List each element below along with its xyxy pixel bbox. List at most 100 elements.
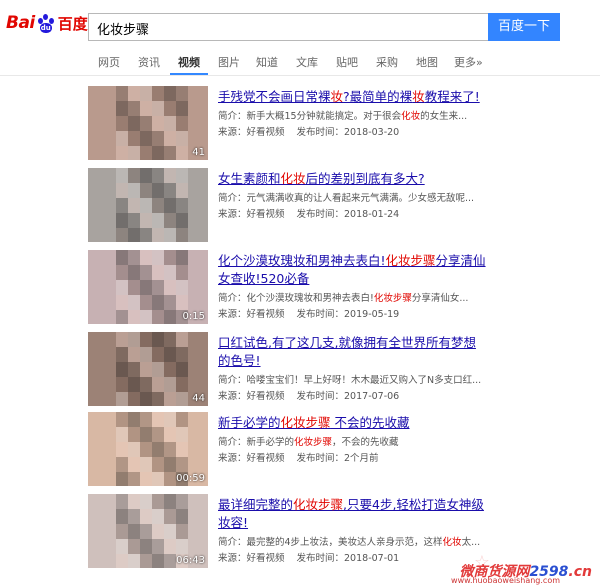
thumbnail-pixel — [116, 250, 128, 265]
thumbnail-pixel — [116, 183, 128, 198]
thumbnail-pixel — [140, 146, 152, 160]
search-query: 化妆步骤 — [97, 23, 150, 38]
thumbnail-pixel — [152, 198, 164, 213]
video-source-date: 来源：好看视频 发布时间：2017-07-06 — [218, 388, 399, 402]
video-source-date: 来源：好看视频 发布时间：2018-07-01 — [218, 550, 399, 564]
thumbnail-pixel — [140, 427, 152, 442]
thumbnail-pixel — [128, 392, 140, 406]
tab-8[interactable]: 地图 — [416, 54, 438, 70]
thumbnail-pixel — [140, 280, 152, 295]
video-title-link[interactable]: 新手必学的化妆步骤 不会的先收藏 — [218, 414, 488, 432]
thumbnail-pixel — [176, 101, 188, 116]
logo-text-cn: 百度 — [57, 14, 88, 33]
thumbnail-pixel — [140, 472, 152, 486]
thumbnail-pixel — [116, 554, 128, 568]
video-thumbnail[interactable]: 06:43 — [88, 494, 208, 568]
thumbnail-pixel — [116, 310, 128, 324]
thumbnail-pixel — [164, 524, 176, 539]
video-source: 来源：好看视频 — [218, 391, 285, 402]
video-thumbnail[interactable] — [88, 168, 208, 242]
thumbnail-pixel — [164, 310, 176, 324]
thumbnail-pixel — [164, 250, 176, 265]
thumbnail-pixel — [164, 457, 176, 472]
thumbnail-pixel — [152, 310, 164, 324]
thumbnail-pixel — [152, 183, 164, 198]
video-title-link[interactable]: 女生素颜和化妆后的差别到底有多大? — [218, 170, 488, 188]
video-date: 发布时间：2018-07-01 — [296, 553, 400, 564]
watermark-url: www.huobaoweishang.com — [451, 576, 560, 585]
thumbnail-pixel — [152, 86, 164, 101]
tab-0[interactable]: 网页 — [98, 54, 120, 70]
thumbnail-pixel — [140, 86, 152, 101]
thumbnail-pixel — [116, 116, 128, 131]
watermark-tail: .cn — [568, 564, 592, 580]
thumbnail-pixel — [164, 427, 176, 442]
tab-7[interactable]: 采购 — [376, 54, 398, 70]
search-input[interactable]: 化妆步骤 — [88, 13, 488, 41]
thumbnail-pixel — [152, 554, 164, 568]
video-title-link[interactable]: 最详细完整的化妆步骤,只要4步,轻松打造女神级妆容! — [218, 496, 488, 532]
video-source: 来源：好看视频 — [218, 309, 285, 320]
thumbnail-pixel — [140, 442, 152, 457]
thumbnail-pixel — [128, 457, 140, 472]
thumbnail-pixel — [164, 183, 176, 198]
video-title-link[interactable]: 口红试色,有了这几支,就像拥有全世界所有梦想的色号! — [218, 334, 488, 370]
video-thumbnail[interactable]: 0:15 — [88, 250, 208, 324]
video-result: 41 手残党不会画日常裸妆?最简单的裸妆教程来了! 简介：新手大概15分钟就能搞定。… — [88, 86, 508, 162]
thumbnail-pixel — [152, 509, 164, 524]
video-date: 发布时间：2个月前 — [296, 453, 379, 464]
tab-9[interactable]: 更多» — [454, 54, 483, 70]
thumbnail-pixel — [164, 280, 176, 295]
video-date: 发布时间：2017-07-06 — [296, 391, 400, 402]
thumbnail-pixel — [140, 183, 152, 198]
thumbnail-pixel — [152, 131, 164, 146]
baidu-logo[interactable]: Bai du 百度 — [6, 10, 88, 36]
thumbnail-pixel — [152, 213, 164, 228]
tab-6[interactable]: 贴吧 — [336, 54, 358, 70]
tab-2[interactable]: 视频 — [178, 54, 200, 70]
thumbnail-pixel — [152, 101, 164, 116]
thumbnail-pixel — [116, 146, 128, 160]
video-source-date: 来源：好看视频 发布时间：2018-01-24 — [218, 206, 399, 220]
thumbnail-pixel — [140, 198, 152, 213]
thumbnail-pixel — [152, 377, 164, 392]
video-thumbnail[interactable]: 44 — [88, 332, 208, 406]
video-result: 00:59 新手必学的化妆步骤 不会的先收藏 简介：新手必学的化妆步骤，不会的先收藏… — [88, 412, 508, 488]
video-title-link[interactable]: 化个沙漠玫瑰妆和男神去表白!化妆步骤分享清仙女查收!520必备 — [218, 252, 488, 288]
thumbnail-pixel — [140, 131, 152, 146]
tab-3[interactable]: 图片 — [218, 54, 240, 70]
thumbnail-pixel — [176, 332, 188, 347]
thumbnail-pixel — [152, 524, 164, 539]
thumbnail-pixel — [152, 392, 164, 406]
tab-5[interactable]: 文库 — [296, 54, 318, 70]
thumbnail-pixel — [116, 198, 128, 213]
search-button[interactable]: 百度一下 — [488, 13, 560, 41]
video-duration: 06:43 — [176, 555, 205, 566]
video-title-link[interactable]: 手残党不会画日常裸妆?最简单的裸妆教程来了! — [218, 88, 488, 106]
thumbnail-pixel — [152, 332, 164, 347]
logo-text-en: Bai — [6, 13, 35, 33]
thumbnail-pixel — [176, 509, 188, 524]
thumbnail-pixel — [116, 412, 128, 427]
thumbnail-pixel — [164, 539, 176, 554]
thumbnail-pixel — [140, 265, 152, 280]
video-result: 0:15 化个沙漠玫瑰妆和男神去表白!化妆步骤分享清仙女查收!520必备 简介：化个… — [88, 250, 508, 326]
active-tab-underline — [170, 73, 208, 75]
thumbnail-pixel — [128, 539, 140, 554]
video-thumbnail[interactable]: 41 — [88, 86, 208, 160]
thumbnail-pixel — [152, 265, 164, 280]
header: Bai du 百度 化妆步骤 百度一下 — [0, 0, 600, 46]
video-source: 来源：好看视频 — [218, 127, 285, 138]
thumbnail-pixel — [176, 213, 188, 228]
thumbnail-pixel — [164, 412, 176, 427]
tab-1[interactable]: 资讯 — [138, 54, 160, 70]
thumbnail-pixel — [116, 457, 128, 472]
tab-4[interactable]: 知道 — [256, 54, 278, 70]
thumbnail-pixel — [176, 442, 188, 457]
thumbnail-pixel — [116, 362, 128, 377]
thumbnail-pixel — [164, 295, 176, 310]
video-thumbnail[interactable]: 00:59 — [88, 412, 208, 486]
thumbnail-pixel — [116, 265, 128, 280]
thumbnail-pixel — [140, 213, 152, 228]
thumbnail-pixel — [152, 347, 164, 362]
